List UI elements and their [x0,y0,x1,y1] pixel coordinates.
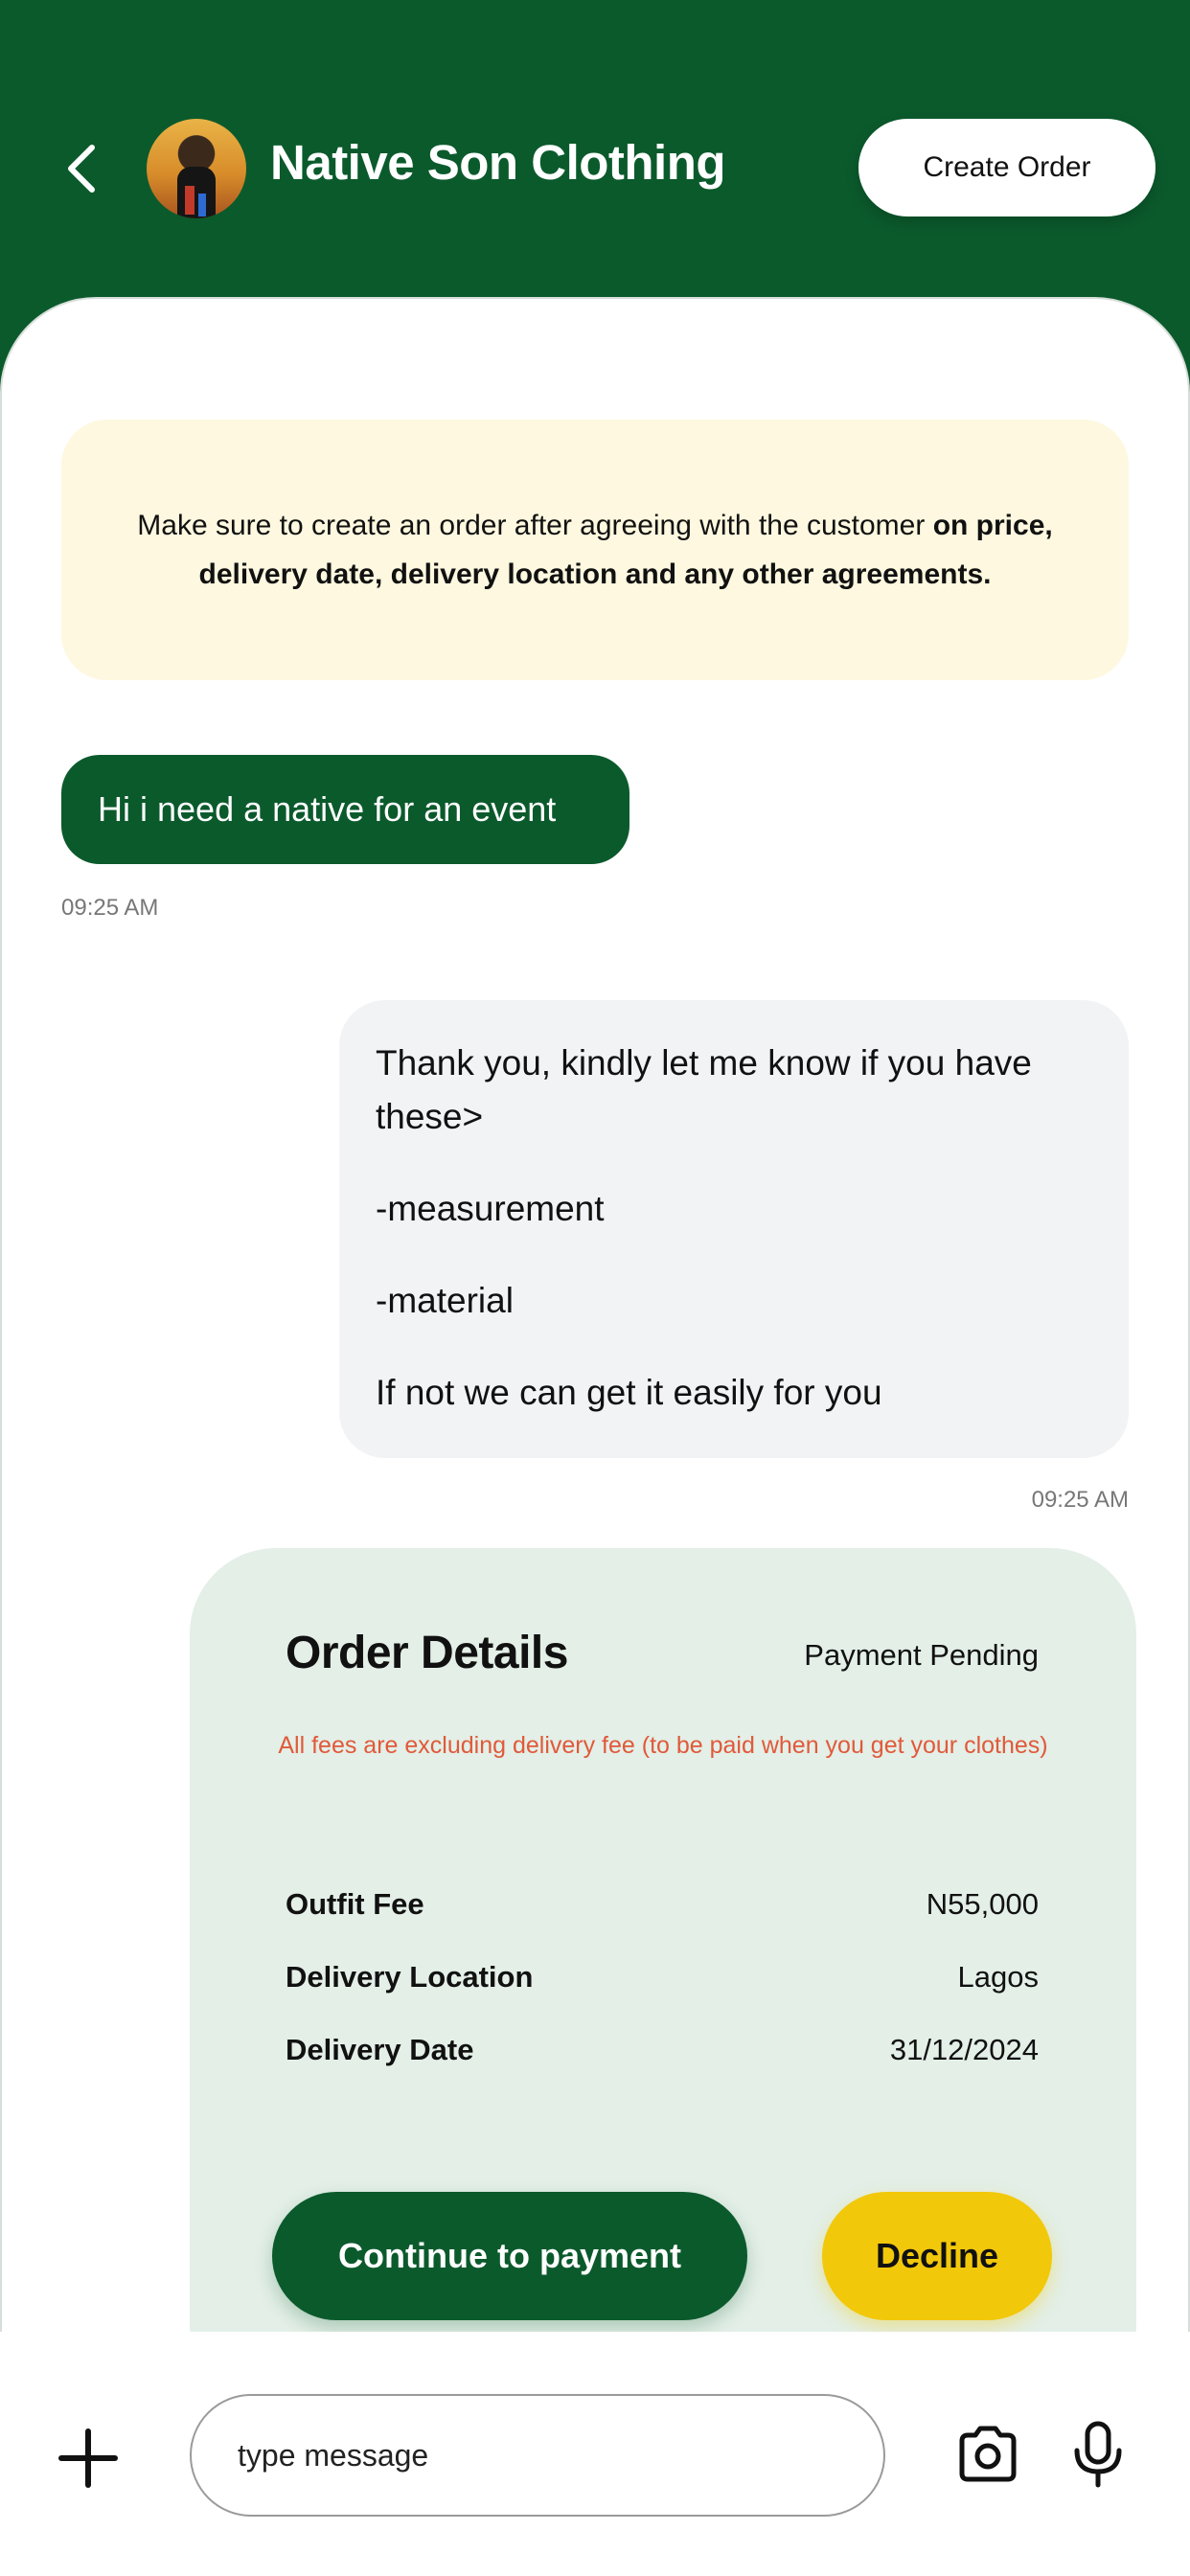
shop-avatar[interactable] [147,119,246,218]
notice-text: Make sure to create an order after agree… [137,510,933,541]
order-title: Order Details [286,1628,568,1678]
camera-button[interactable] [954,2420,1021,2487]
message-line: -material [376,1281,514,1320]
microphone-button[interactable] [1071,2420,1125,2489]
message-timestamp: 09:25 AM [61,895,159,921]
message-composer [0,2332,1190,2576]
order-details-card: Order Details Payment Pending All fees a… [190,1548,1136,2410]
message-text: Hi i need a native for an event [98,789,557,829]
create-order-button[interactable]: Create Order [858,119,1156,217]
message-line: Thank you, kindly let me know if you hav… [376,1043,1032,1136]
outgoing-message-bubble[interactable]: Thank you, kindly let me know if you hav… [339,1000,1129,1458]
continue-to-payment-button[interactable]: Continue to payment [272,2192,747,2320]
message-input[interactable] [238,2396,851,2515]
chevron-left-icon [68,145,95,193]
message-timestamp: 09:25 AM [1031,1487,1129,1513]
delivery-location-label: Delivery Location [286,1960,534,1994]
delivery-date-label: Delivery Date [286,2033,474,2066]
outfit-fee-label: Outfit Fee [286,1887,424,1921]
camera-icon [959,2426,1017,2482]
outfit-fee-value: N55,000 [926,1887,1039,1921]
plus-icon [58,2428,118,2488]
microphone-icon [1074,2421,1122,2488]
back-button[interactable] [59,142,107,195]
attach-button[interactable] [57,2428,119,2489]
delivery-date-value: 31/12/2024 [889,2033,1039,2066]
incoming-message-bubble[interactable]: Hi i need a native for an event [61,755,629,864]
message-line: If not we can get it easily for you [376,1373,882,1412]
chat-header: Native Son Clothing Create Order [0,0,1190,316]
message-input-wrapper [190,2394,885,2517]
message-line: -measurement [376,1189,605,1228]
shop-name[interactable]: Native Son Clothing [270,134,726,191]
payment-status: Payment Pending [804,1638,1039,1672]
delivery-location-value: Lagos [957,1960,1039,1994]
delivery-fee-note: All fees are excluding delivery fee (to … [278,1732,1048,1759]
order-notice-banner: Make sure to create an order after agree… [61,420,1129,680]
decline-button[interactable]: Decline [822,2192,1052,2320]
chat-screen: Native Son Clothing Create Order Make su… [0,0,1190,2576]
